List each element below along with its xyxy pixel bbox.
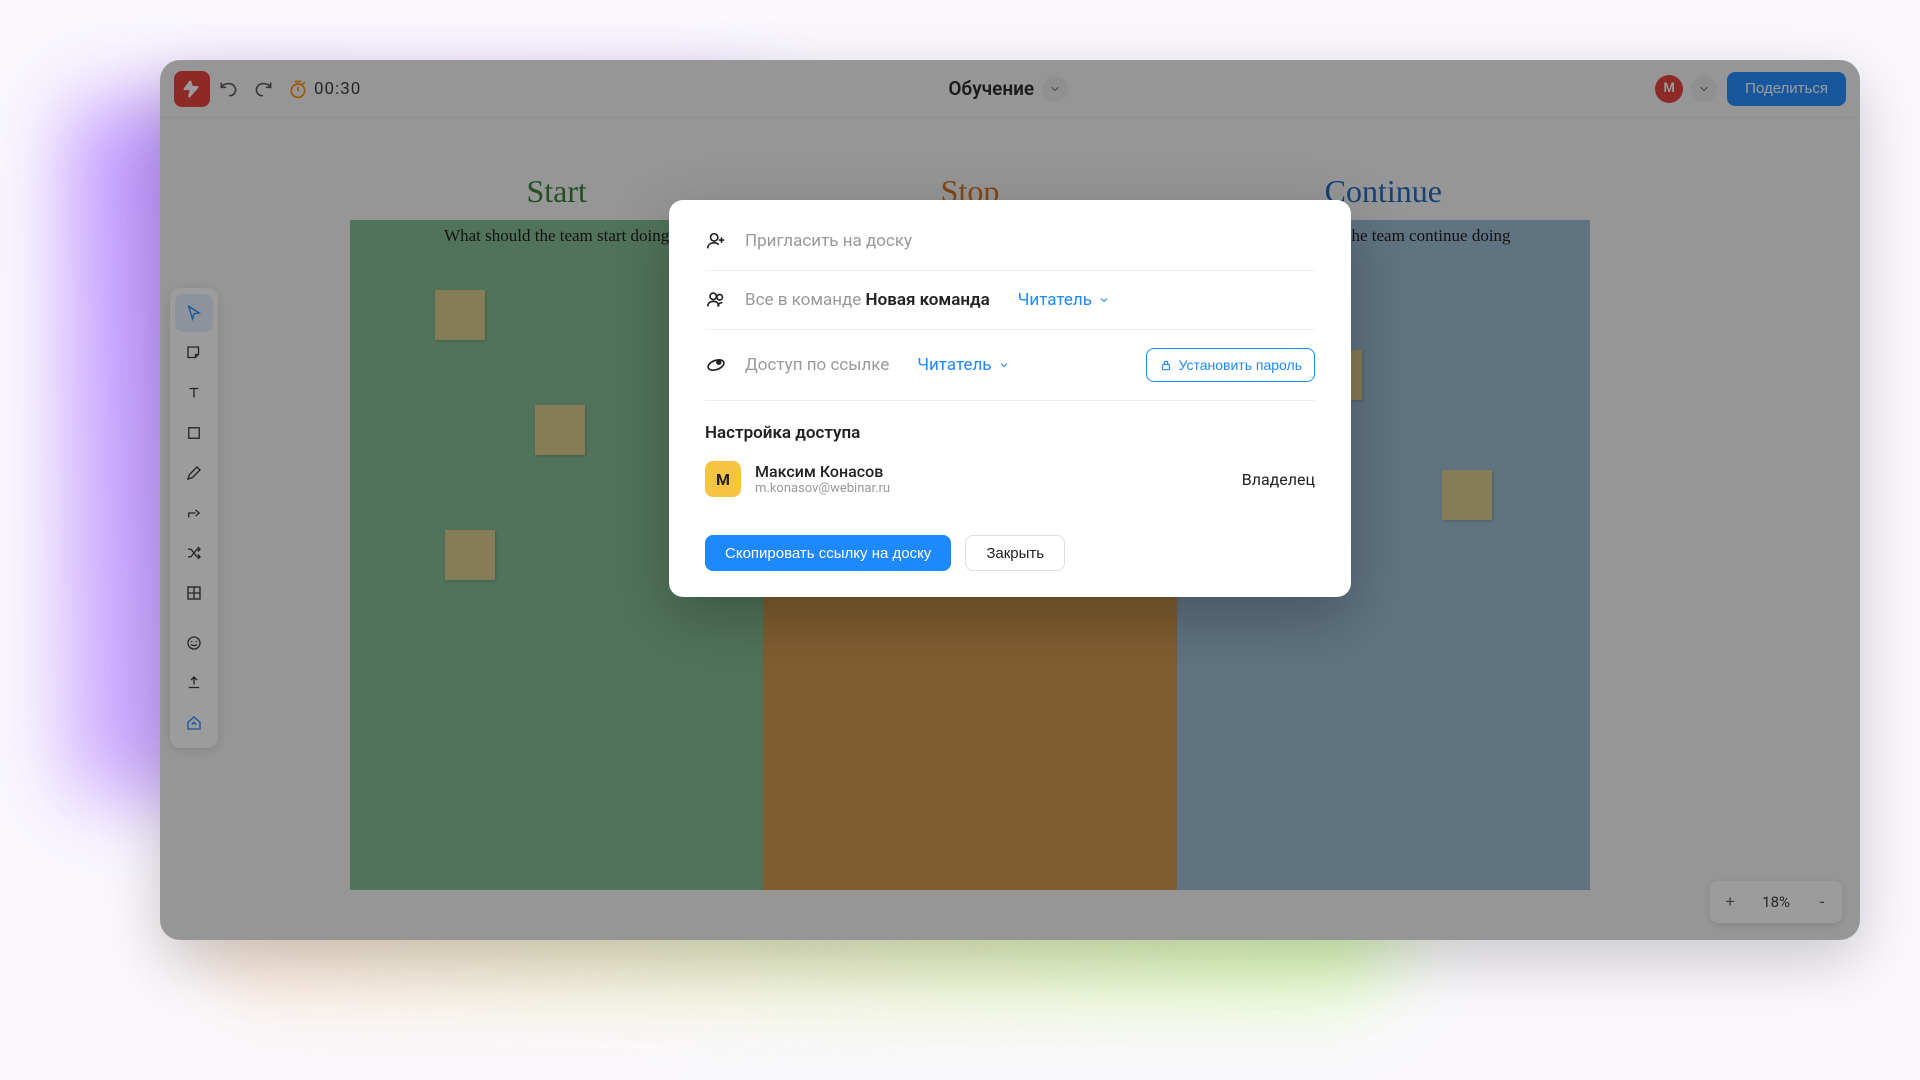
lock-icon [1159,358,1173,372]
link-label: Доступ по ссылке [745,355,889,375]
team-row: Все в команде Новая команда Читатель [705,271,1315,330]
link-row: Доступ по ссылке Читатель Установить пар… [705,330,1315,400]
access-section-title: Настройка доступа [705,423,1315,443]
invite-label: Пригласить на доску [745,231,912,251]
team-permission-dropdown[interactable]: Читатель [1018,290,1110,310]
chevron-down-icon [1098,294,1110,306]
member-avatar: M [705,461,741,497]
close-button[interactable]: Закрыть [965,535,1065,571]
member-row: M Максим Конасов m.konasov@webinar.ru Вл… [705,453,1315,505]
share-modal: Пригласить на доску Все в команде Новая … [669,200,1351,597]
link-permission-dropdown[interactable]: Читатель [917,355,1009,375]
member-name: Максим Конасов [755,462,890,481]
member-email: m.konasov@webinar.ru [755,481,890,496]
chevron-down-icon [998,359,1010,371]
team-icon [705,289,727,311]
user-plus-icon [705,230,727,252]
member-role: Владелец [1242,470,1315,489]
invite-row[interactable]: Пригласить на доску [705,230,1315,271]
globe-icon [705,354,727,376]
app-window: 00:30 Обучение M Поделиться Start Stop C… [160,60,1860,940]
copy-link-button[interactable]: Скопировать ссылку на доску [705,535,951,571]
team-label: Все в команде Новая команда [745,290,990,310]
set-password-button[interactable]: Установить пароль [1146,348,1315,382]
